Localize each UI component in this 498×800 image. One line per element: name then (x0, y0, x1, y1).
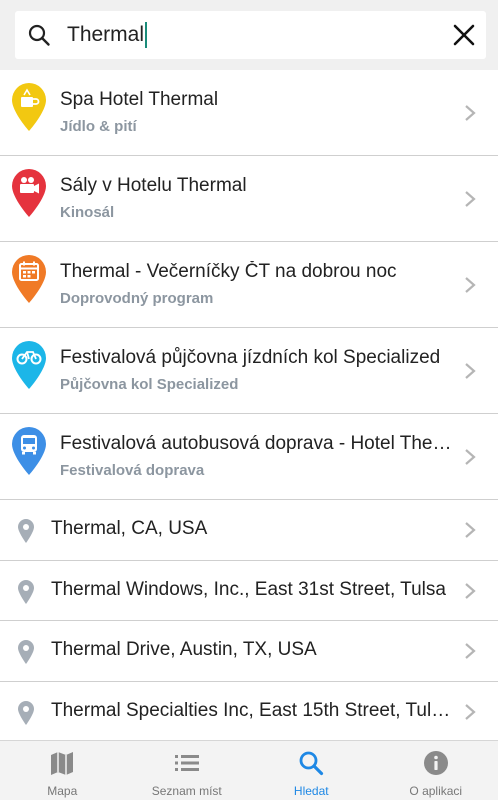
chevron-right-icon (465, 703, 476, 720)
text-caret (145, 22, 148, 48)
chevron-right-icon (465, 363, 476, 379)
chevron-right-icon (465, 582, 476, 599)
result-category: Kinosál (60, 204, 115, 221)
chevron-right-icon (465, 449, 476, 465)
bicycle-icon (12, 341, 46, 389)
search-header: Thermal (0, 0, 498, 70)
result-category: Doprovodný program (60, 290, 214, 307)
result-title: Festivalová autobusová doprava - Hotel T… (60, 433, 452, 454)
result-item-spa-hotel-thermal[interactable]: Spa Hotel Thermal Jídlo & pití (0, 70, 498, 156)
place-item-thermal-specialties[interactable]: Thermal Specialties Inc, East 15th Stree… (0, 681, 498, 742)
result-title: Thermal - Večerníčky ČT na dobrou noc (60, 261, 397, 282)
result-title: Spa Hotel Thermal (60, 89, 219, 110)
tab-seznam-mist[interactable]: Seznam míst (125, 741, 250, 800)
chevron-right-icon (465, 277, 476, 293)
bus-icon (12, 427, 46, 475)
tab-label: Mapa (47, 784, 78, 798)
info-icon (423, 751, 448, 775)
chevron-right-icon (465, 191, 476, 207)
tab-label: Seznam míst (151, 784, 222, 798)
result-title: Festivalová půjčovna jízdních kol Specia… (60, 347, 441, 368)
tab-hledat[interactable]: Hledat (249, 741, 374, 800)
place-item-thermal-windows[interactable]: Thermal Windows, Inc., East 31st Street,… (0, 560, 498, 621)
location-pin-icon (18, 579, 34, 604)
cinema-camera-icon (12, 169, 46, 217)
close-icon[interactable] (452, 23, 476, 47)
search-field[interactable]: Thermal (15, 11, 486, 59)
place-title: Thermal, CA, USA (51, 518, 208, 539)
result-title: Sály v Hotelu Thermal (60, 175, 247, 196)
place-title: Thermal Drive, Austin, TX, USA (51, 639, 317, 660)
search-input[interactable]: Thermal (67, 11, 148, 59)
bottom-tab-bar: Mapa Seznam míst Hledat O aplikaci (0, 740, 498, 800)
place-item-thermal-ca[interactable]: Thermal, CA, USA (0, 500, 498, 561)
food-drink-icon (12, 83, 46, 131)
location-pin-icon (18, 640, 34, 664)
result-item-saly-v-hotelu-thermal[interactable]: Sály v Hotelu Thermal Kinosál (0, 156, 498, 242)
tab-o-aplikaci[interactable]: O aplikaci (374, 741, 498, 800)
place-title: Thermal Specialties Inc, East 15th Stree… (51, 699, 451, 721)
search-results-list: Spa Hotel Thermal Jídlo & pití Sály v Ho… (0, 70, 498, 742)
tab-mapa[interactable]: Mapa (0, 741, 125, 800)
place-item-thermal-drive[interactable]: Thermal Drive, Austin, TX, USA (0, 621, 498, 682)
chevron-right-icon (465, 522, 476, 538)
search-query-text: Thermal (67, 23, 145, 46)
place-title: Thermal Windows, Inc., East 31st Street,… (51, 578, 446, 600)
result-category: Jídlo & pití (60, 118, 137, 135)
result-item-vecernicky[interactable]: Thermal - Večerníčky ČT na dobrou noc Do… (0, 242, 498, 328)
chevron-right-icon (465, 105, 476, 121)
result-category: Festivalová doprava (60, 462, 205, 479)
tab-label: O aplikaci (409, 784, 463, 798)
result-category: Půjčovna kol Specialized (60, 376, 239, 393)
chevron-right-icon (465, 643, 476, 659)
calendar-icon (12, 255, 46, 303)
map-icon (51, 752, 74, 775)
result-item-pujcovna-kol[interactable]: Festivalová půjčovna jízdních kol Specia… (0, 328, 498, 414)
result-item-autobusova-doprava[interactable]: Festivalová autobusová doprava - Hotel T… (0, 414, 498, 500)
list-icon (174, 755, 199, 771)
search-icon (299, 751, 324, 776)
tab-label: Hledat (293, 784, 329, 798)
location-pin-icon (18, 700, 34, 725)
location-pin-icon (18, 519, 34, 543)
search-icon (28, 24, 50, 46)
